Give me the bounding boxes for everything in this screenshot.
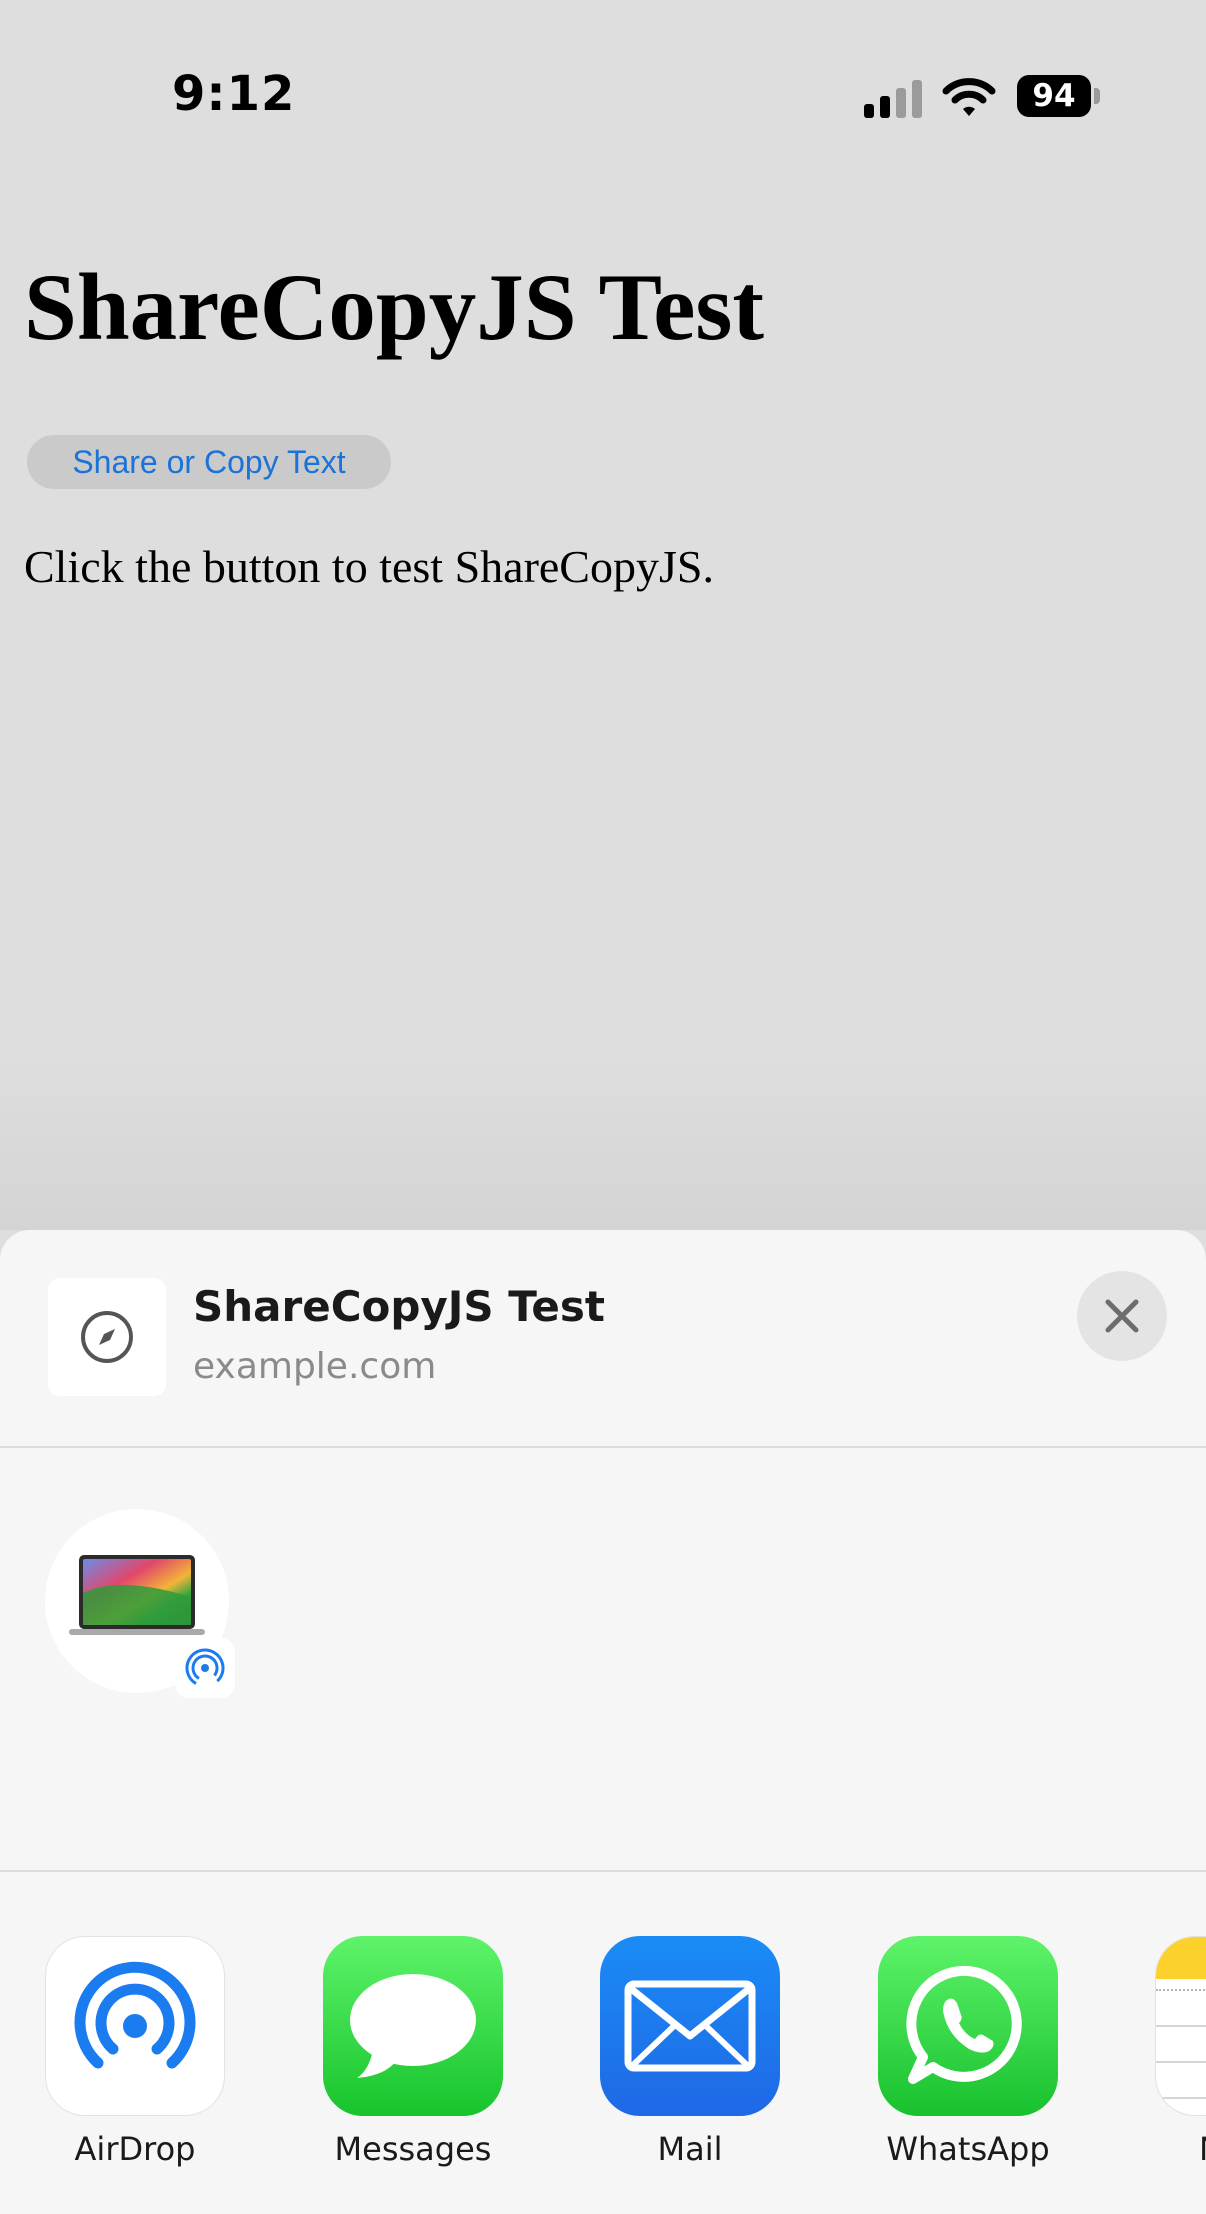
notes-icon xyxy=(1155,1936,1206,2116)
whatsapp-icon xyxy=(878,1936,1058,2116)
share-app-messages[interactable]: Messages xyxy=(323,1936,503,2168)
app-label-notes: N xyxy=(1155,2130,1206,2168)
battery-indicator: 94 xyxy=(1017,75,1091,117)
background-dim xyxy=(0,1050,1206,1230)
share-app-whatsapp[interactable]: WhatsApp xyxy=(878,1936,1058,2168)
page-description: Click the button to test ShareCopyJS. xyxy=(24,541,714,592)
preview-title: ShareCopyJS Test xyxy=(193,1282,605,1331)
preview-thumbnail xyxy=(48,1278,166,1396)
close-button[interactable] xyxy=(1077,1271,1167,1361)
cellular-signal-icon xyxy=(864,80,922,118)
devices-divider xyxy=(0,1870,1206,1872)
preview-url: example.com xyxy=(193,1346,437,1387)
battery-level: 94 xyxy=(1032,78,1076,114)
status-bar: 9:12 94 xyxy=(0,0,1206,140)
status-time: 9:12 xyxy=(172,66,296,122)
share-or-copy-button[interactable]: Share or Copy Text xyxy=(27,435,391,489)
close-icon xyxy=(1105,1299,1139,1333)
wifi-icon xyxy=(942,78,996,116)
app-label-mail: Mail xyxy=(657,2130,723,2168)
safari-compass-icon xyxy=(81,1311,133,1363)
mail-icon xyxy=(600,1936,780,2116)
share-app-airdrop[interactable]: AirDrop xyxy=(45,1936,225,2168)
header-divider xyxy=(0,1446,1206,1448)
airdrop-icon xyxy=(185,1648,225,1688)
page-title: ShareCopyJS Test xyxy=(24,254,765,360)
share-app-mail[interactable]: Mail xyxy=(600,1936,780,2168)
app-label-whatsapp: WhatsApp xyxy=(886,2130,1050,2168)
share-app-row: AirDrop Messages Mail WhatsApp xyxy=(0,1936,1206,2214)
airdrop-badge xyxy=(175,1638,235,1698)
messages-icon xyxy=(323,1936,503,2116)
airdrop-app-icon xyxy=(45,1936,225,2116)
share-app-notes[interactable]: N xyxy=(1155,1936,1206,2168)
share-sheet: ShareCopyJS Test example.com AirDrop Mes… xyxy=(0,1230,1206,2214)
battery-cap xyxy=(1094,88,1100,104)
macbook-icon xyxy=(69,1555,205,1635)
app-label-airdrop: AirDrop xyxy=(74,2130,196,2168)
app-label-messages: Messages xyxy=(334,2130,492,2168)
